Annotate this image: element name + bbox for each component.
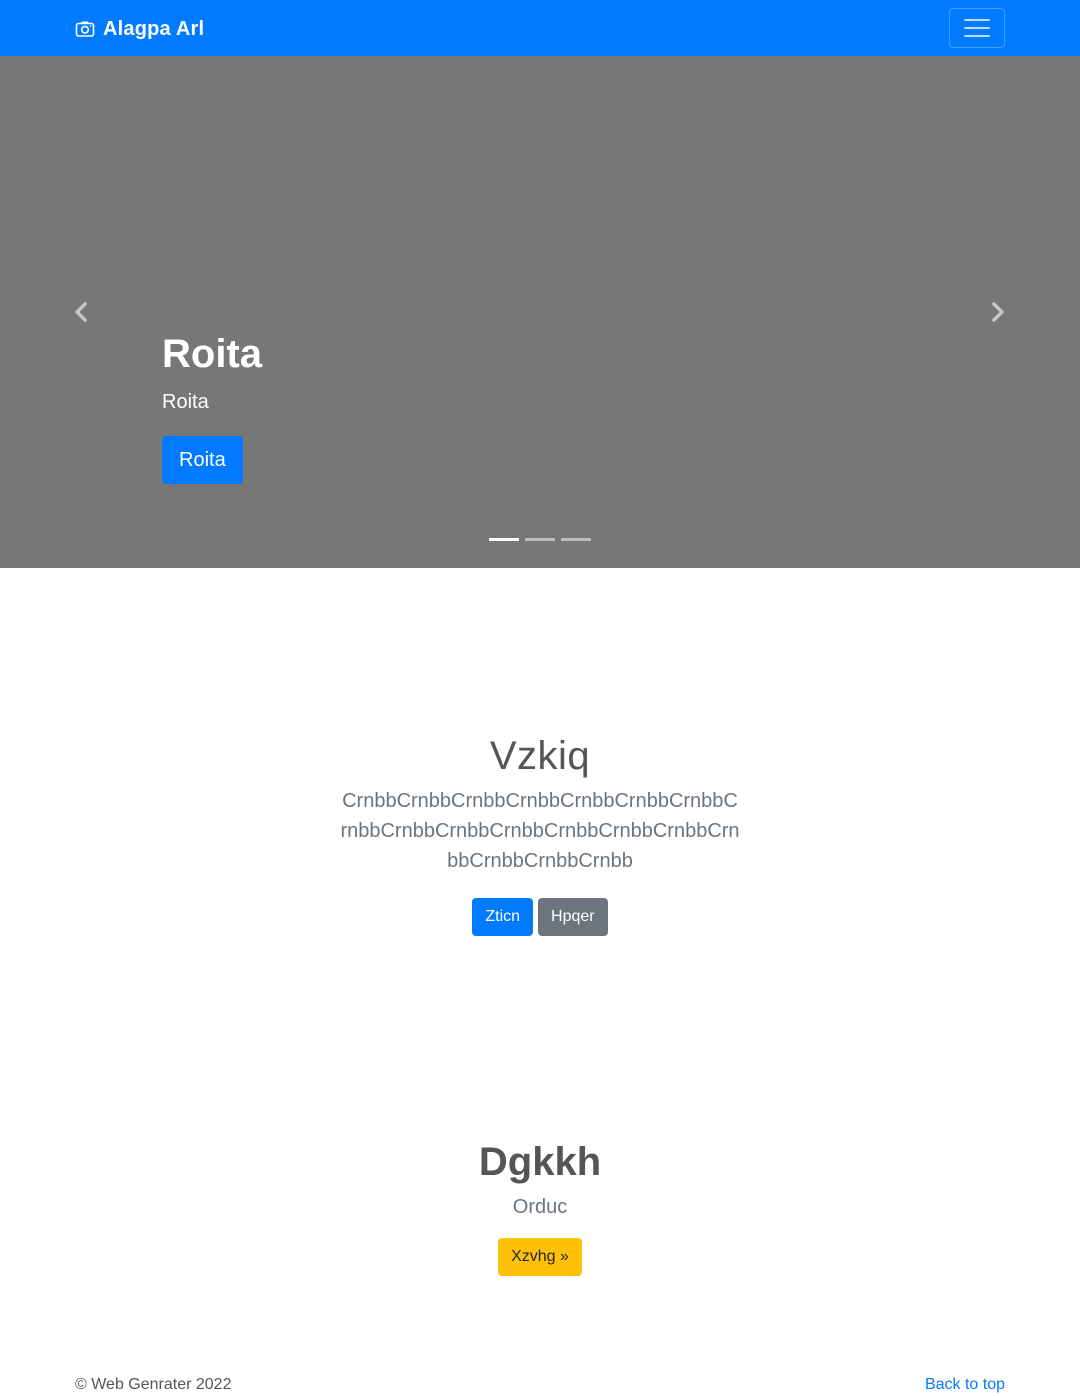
brand-link[interactable]: Alagpa Arl (75, 16, 204, 42)
carousel-subtitle: Roita (162, 391, 209, 413)
carousel-title: Roita (162, 332, 262, 376)
hero-carousel: Roita Roita Roita (0, 56, 1080, 568)
carousel-caption: Roita Roita Roita (162, 328, 262, 484)
footer: © Web Genrater 2022 Back to top (75, 1374, 1005, 1396)
back-to-top-link[interactable]: Back to top (925, 1374, 1005, 1396)
cta-section: Dgkkh Orduc Xzvhg » (0, 1136, 1080, 1276)
carousel-indicator-3[interactable] (561, 538, 591, 541)
feature-lead-text: CrnbbCrnbbCrnbbCrnbbCrnbbCrnbbCrnbbCrnbb… (340, 790, 740, 872)
carousel-prev-button[interactable] (68, 299, 94, 325)
cta-heading: Dgkkh (478, 1140, 602, 1184)
carousel-indicator-1[interactable] (489, 538, 519, 541)
footer-copyright: © Web Genrater 2022 (75, 1376, 232, 1393)
camera-icon (75, 19, 95, 39)
brand-name: Alagpa Arl (103, 17, 205, 40)
carousel-indicators (0, 538, 1080, 541)
feature-primary-button[interactable]: Zticn (472, 898, 534, 936)
carousel-indicator-2[interactable] (525, 538, 555, 541)
feature-secondary-button[interactable]: Hpqer (538, 898, 608, 936)
navbar-toggler-button[interactable] (949, 8, 1005, 48)
feature-heading: Vzkiq (489, 734, 591, 778)
cta-subheading: Orduc (512, 1196, 568, 1218)
chevron-left-icon (75, 302, 87, 322)
carousel-cta-button[interactable]: Roita (162, 436, 243, 484)
feature-button-group: Zticn Hpqer (0, 898, 1080, 936)
cta-button[interactable]: Xzvhg » (498, 1238, 582, 1276)
chevron-right-icon (992, 302, 1004, 322)
carousel-next-button[interactable] (985, 299, 1011, 325)
hamburger-menu-icon (964, 19, 990, 21)
navbar: Alagpa Arl (0, 0, 1080, 56)
